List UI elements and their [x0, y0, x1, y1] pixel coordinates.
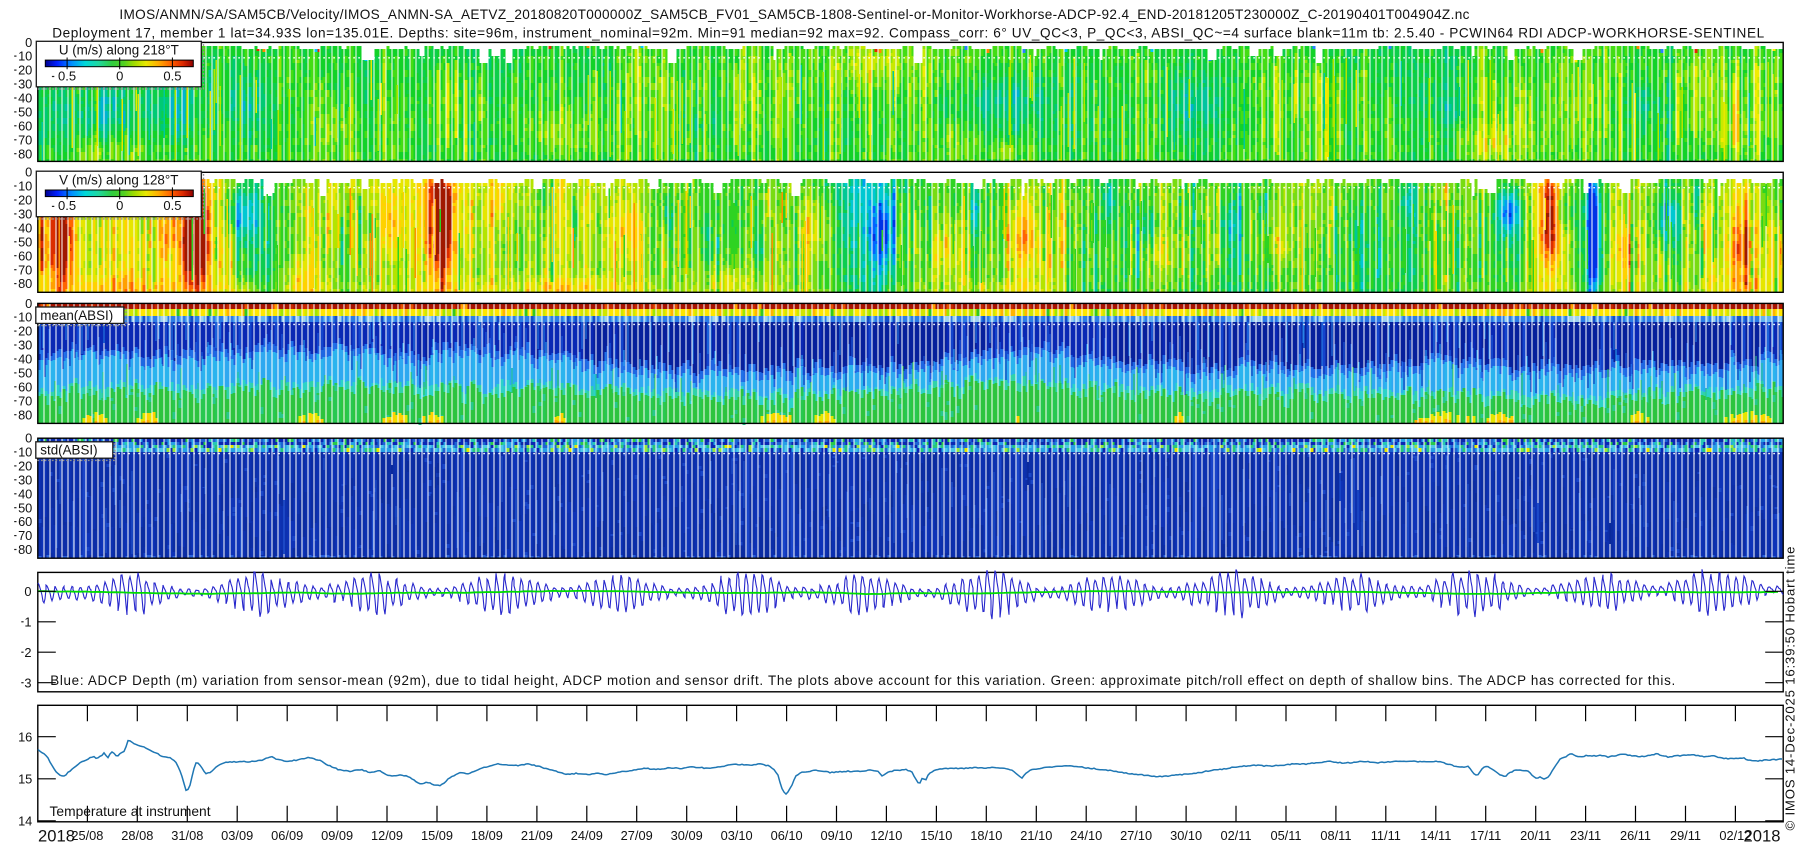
svg-text:70: 70	[18, 132, 32, 147]
svg-text:29/11: 29/11	[1670, 828, 1701, 843]
svg-text:03/09: 03/09	[221, 828, 253, 843]
svg-text:40: 40	[18, 486, 32, 501]
svg-text:23/11: 23/11	[1570, 828, 1601, 843]
svg-text:15: 15	[18, 771, 32, 786]
svg-text:40: 40	[18, 91, 32, 106]
svg-text:0.5: 0.5	[163, 198, 181, 213]
svg-text:14/11: 14/11	[1420, 828, 1451, 843]
svg-text:02/11: 02/11	[1220, 828, 1251, 843]
svg-text:40: 40	[18, 352, 32, 367]
svg-text:50: 50	[18, 234, 32, 249]
svg-text:20: 20	[18, 193, 32, 208]
svg-text:18/10: 18/10	[970, 828, 1002, 843]
svg-text:30: 30	[18, 338, 32, 353]
svg-text:20/11: 20/11	[1520, 828, 1551, 843]
svg-text:09/10: 09/10	[820, 828, 852, 843]
svg-text:50: 50	[18, 366, 32, 381]
svg-text:70: 70	[18, 528, 32, 543]
svg-text:20: 20	[18, 324, 32, 339]
svg-text:16: 16	[18, 729, 32, 744]
svg-text:0.5: 0.5	[58, 198, 76, 213]
svg-text:0: 0	[25, 431, 32, 446]
svg-text:1: 1	[24, 614, 31, 629]
svg-text:0.5: 0.5	[58, 68, 76, 83]
svg-text:14: 14	[18, 814, 32, 829]
svg-text:60: 60	[18, 514, 32, 529]
svg-text:24/10: 24/10	[1070, 828, 1102, 843]
svg-text:12/09: 12/09	[371, 828, 403, 843]
svg-text:06/09: 06/09	[271, 828, 303, 843]
svg-text:2: 2	[24, 645, 31, 660]
svg-text:30: 30	[18, 207, 32, 222]
svg-text:28/08: 28/08	[121, 828, 153, 843]
svg-text:20: 20	[18, 459, 32, 474]
svg-text:0: 0	[25, 35, 32, 50]
svg-text:05/11: 05/11	[1270, 828, 1301, 843]
svg-text:50: 50	[18, 105, 32, 120]
svg-text:30: 30	[18, 472, 32, 487]
svg-text:70: 70	[18, 262, 32, 277]
svg-text:21/10: 21/10	[1020, 828, 1052, 843]
svg-text:10: 10	[18, 445, 32, 460]
svg-text:10: 10	[18, 49, 32, 64]
svg-text:Blue: ADCP Depth (m) variation: Blue: ADCP Depth (m) variation from sens…	[50, 673, 1675, 688]
svg-text:70: 70	[18, 393, 32, 408]
svg-text:2018: 2018	[38, 827, 75, 846]
svg-text:0: 0	[24, 584, 31, 599]
svg-text:30/10: 30/10	[1170, 828, 1202, 843]
svg-text:21/09: 21/09	[521, 828, 553, 843]
svg-text:30/09: 30/09	[671, 828, 703, 843]
svg-text:0.5: 0.5	[163, 68, 181, 83]
svg-text:24/09: 24/09	[571, 828, 603, 843]
svg-text:© IMOS 14-Dec-2025 16:39:50 Ho: © IMOS 14-Dec-2025 16:39:50 Hobart time	[1783, 547, 1798, 831]
svg-text:IMOS/ANMN/SA/SAM5CB/Velocity/I: IMOS/ANMN/SA/SAM5CB/Velocity/IMOS_ANMN-S…	[119, 7, 1469, 22]
svg-text:U (m/s) along 218°T: U (m/s) along 218°T	[59, 43, 179, 58]
svg-text:Deployment 17, member 1 lat=34: Deployment 17, member 1 lat=34.93S lon=1…	[52, 26, 1764, 41]
svg-text:60: 60	[18, 379, 32, 394]
svg-text:2018: 2018	[1744, 827, 1781, 846]
svg-text:80: 80	[18, 407, 32, 422]
svg-text:3: 3	[24, 675, 31, 690]
svg-text:30: 30	[18, 77, 32, 92]
svg-text:09/09: 09/09	[321, 828, 353, 843]
svg-text:10: 10	[18, 179, 32, 194]
svg-text:0: 0	[116, 198, 123, 213]
svg-text:80: 80	[18, 146, 32, 161]
svg-text:60: 60	[18, 118, 32, 133]
svg-text:0: 0	[116, 68, 123, 83]
svg-text:std(ABSI): std(ABSI)	[40, 443, 97, 458]
svg-text:Temperature at instrument: Temperature at instrument	[50, 804, 211, 819]
svg-text:27/09: 27/09	[621, 828, 653, 843]
svg-text:18/09: 18/09	[471, 828, 503, 843]
svg-text:12/10: 12/10	[870, 828, 902, 843]
svg-text:50: 50	[18, 500, 32, 515]
svg-text:40: 40	[18, 221, 32, 236]
svg-text:20: 20	[18, 63, 32, 78]
svg-text:80: 80	[18, 276, 32, 291]
svg-text:mean(ABSI): mean(ABSI)	[40, 308, 113, 323]
svg-text:10: 10	[18, 310, 32, 325]
svg-text:17/11: 17/11	[1470, 828, 1501, 843]
svg-text:31/08: 31/08	[171, 828, 203, 843]
svg-text:60: 60	[18, 248, 32, 263]
svg-text:0: 0	[25, 165, 32, 180]
svg-text:08/11: 08/11	[1320, 828, 1351, 843]
svg-text:15/09: 15/09	[421, 828, 453, 843]
svg-text:15/10: 15/10	[920, 828, 952, 843]
svg-text:V (m/s) along 128°T: V (m/s) along 128°T	[59, 172, 178, 187]
svg-text:03/10: 03/10	[721, 828, 753, 843]
svg-text:26/11: 26/11	[1620, 828, 1651, 843]
svg-text:80: 80	[18, 542, 32, 557]
svg-text:11/11: 11/11	[1371, 828, 1401, 843]
svg-text:25/08: 25/08	[71, 828, 103, 843]
svg-text:06/10: 06/10	[771, 828, 803, 843]
svg-text:27/10: 27/10	[1120, 828, 1152, 843]
svg-text:0: 0	[25, 296, 32, 311]
